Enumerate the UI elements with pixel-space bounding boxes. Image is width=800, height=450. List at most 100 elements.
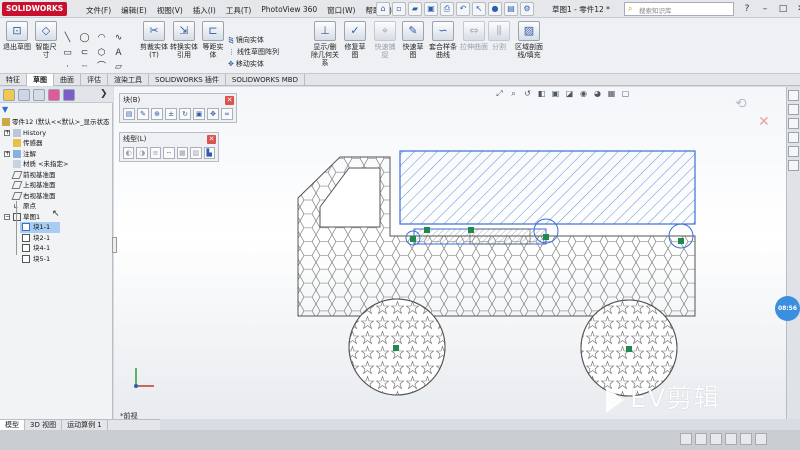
rotate-view-icon[interactable]: ⟲	[735, 96, 747, 112]
tree-item-block[interactable]: 块2-1	[20, 233, 113, 244]
menu-insert[interactable]: 插入(I)	[189, 3, 220, 18]
arc-icon[interactable]: ◠	[94, 31, 109, 45]
trim-entities-button[interactable]: ✂ 剪裁实体(T)	[140, 21, 168, 69]
fit-spline-button[interactable]: ∽ 套合样条曲线	[428, 21, 458, 69]
cargo-box-block[interactable]	[399, 150, 696, 225]
undo-icon[interactable]: ↶	[456, 2, 470, 16]
area-hatch-button[interactable]: ▨ 区域剖面线/填充	[512, 21, 546, 69]
chevron-right-icon[interactable]: ❯	[100, 89, 108, 99]
color-display-mode-icon[interactable]: ▧	[190, 147, 202, 159]
solidworks-resources-icon[interactable]	[788, 90, 799, 101]
tab-solidworks-mbd[interactable]: SOLIDWORKS MBD	[226, 74, 305, 86]
block-origin-marker[interactable]	[410, 236, 416, 242]
rebuild-block-icon[interactable]: ↻	[179, 108, 191, 120]
taskbar-app-icon[interactable]	[710, 433, 722, 445]
tree-item-block[interactable]: 块4-1	[20, 243, 113, 254]
linear-pattern-button[interactable]: ⋮ 线性草图阵列	[228, 47, 279, 57]
print-icon[interactable]: ⎙	[440, 2, 454, 16]
text-icon[interactable]: A	[111, 46, 126, 60]
tree-item-block[interactable]: 块1-1	[20, 222, 60, 233]
property-manager-tab-icon[interactable]	[18, 89, 30, 101]
rectangle-icon[interactable]: ▭	[60, 46, 75, 60]
solidworks-logo[interactable]: SOLIDWORKS	[2, 2, 68, 16]
block-origin-marker[interactable]	[626, 346, 632, 352]
split-button[interactable]: ⫼ 分割	[488, 21, 510, 69]
repair-sketch-button[interactable]: ✓ 修复草图	[342, 21, 368, 69]
tab-model[interactable]: 模型	[0, 420, 25, 430]
tab-3d-views[interactable]: 3D 视图	[25, 420, 63, 430]
line-style-icon[interactable]: ┅	[163, 147, 175, 159]
collapse-icon[interactable]: −	[4, 213, 10, 220]
hydraulic-cylinder-block[interactable]	[413, 228, 547, 245]
taskbar-app-icon[interactable]	[695, 433, 707, 445]
rebuild-icon[interactable]: ●	[488, 2, 502, 16]
tree-root[interactable]: 零件12 (默认<<默认>_显示状态	[0, 117, 113, 128]
maximize-icon[interactable]: □	[776, 2, 790, 16]
options-icon[interactable]: ⚙	[520, 2, 534, 16]
save-block-icon[interactable]: ▣	[193, 108, 205, 120]
help-icon[interactable]: ?	[740, 2, 754, 16]
expand-icon[interactable]: +	[4, 129, 10, 136]
close-icon[interactable]: ✕	[225, 96, 234, 105]
menu-window[interactable]: 窗口(W)	[323, 3, 359, 18]
menu-photoview[interactable]: PhotoView 360	[257, 3, 321, 18]
exit-sketch-corner-icon[interactable]: ✕	[758, 114, 770, 130]
tree-item-right-plane[interactable]: 右视基准面	[0, 191, 113, 202]
tree-item-sensors[interactable]: 传感器	[0, 138, 113, 149]
custom-properties-icon[interactable]	[788, 160, 799, 171]
block-origin-marker[interactable]	[678, 238, 684, 244]
select-icon[interactable]: ↖	[472, 2, 486, 16]
block-origin-marker[interactable]	[424, 227, 430, 233]
belt-chain-icon[interactable]: ∞	[221, 108, 233, 120]
home-icon[interactable]: ⌂	[376, 2, 390, 16]
plane-icon[interactable]: ▱	[111, 60, 126, 74]
line-icon[interactable]: ╲	[60, 31, 75, 45]
circle-icon[interactable]: ◯	[77, 31, 92, 45]
hide-show-edges-icon[interactable]: ▦	[176, 147, 189, 159]
panel-splitter-handle[interactable]	[112, 237, 117, 253]
file-explorer-icon[interactable]	[788, 118, 799, 129]
move-entities-button[interactable]: ✥ 移动实体	[228, 59, 264, 69]
quick-snaps-button[interactable]: ⌖ 快速捕捉	[372, 21, 398, 69]
slot-icon[interactable]: ⊂	[77, 46, 92, 60]
tab-features[interactable]: 特征	[0, 74, 27, 86]
tree-item-annotations[interactable]: + 注解	[0, 149, 113, 160]
add-remove-block-icon[interactable]: ±	[165, 108, 177, 120]
rapid-sketch-button[interactable]: ✎ 快速草图	[400, 21, 426, 69]
polygon-icon[interactable]: ⬡	[94, 46, 109, 60]
tree-item-material[interactable]: 材质 <未指定>	[0, 159, 113, 170]
taskbar-app-icon[interactable]	[725, 433, 737, 445]
search-input[interactable]: ⌕ 搜索知识库	[624, 2, 734, 16]
feature-tree-tab-icon[interactable]	[3, 89, 15, 101]
tab-evaluate[interactable]: 评估	[81, 74, 108, 86]
menu-edit[interactable]: 编辑(E)	[117, 3, 151, 18]
offset-entities-button[interactable]: ⊏ 等距实体	[200, 21, 226, 69]
design-library-icon[interactable]	[788, 104, 799, 115]
centerline-icon[interactable]: ┈	[77, 60, 92, 74]
tree-item-front-plane[interactable]: 前视基准面	[0, 170, 113, 181]
tab-sketch[interactable]: 草图	[27, 74, 54, 86]
line-thickness-icon[interactable]: ≡	[149, 147, 162, 159]
mirror-entities-button[interactable]: ⧎ 镜向实体	[228, 35, 264, 45]
dimxpert-tab-icon[interactable]	[48, 89, 60, 101]
point-icon[interactable]: ·	[60, 60, 75, 74]
exit-sketch-button[interactable]: ⊡ 退出草图	[3, 21, 31, 69]
view-palette-icon[interactable]	[788, 132, 799, 143]
recording-timer-badge[interactable]: 08:56	[775, 296, 800, 321]
tab-render-tools[interactable]: 渲染工具	[108, 74, 149, 86]
save-icon[interactable]: ▣	[424, 2, 438, 16]
appearances-icon[interactable]	[788, 146, 799, 157]
layer-properties-icon[interactable]: ◐	[123, 147, 135, 159]
insert-block-icon[interactable]: ⊕	[151, 108, 163, 120]
edit-block-icon[interactable]: ✎	[137, 108, 149, 120]
tree-item-top-plane[interactable]: 上视基准面	[0, 180, 113, 191]
convert-entities-button[interactable]: ⇲ 转换实体引用	[170, 21, 198, 69]
close-icon[interactable]: ✕	[207, 135, 216, 144]
close-icon[interactable]: ✕	[794, 2, 800, 16]
display-delete-relations-button[interactable]: ⊥ 显示/删除几何关系	[310, 21, 340, 69]
tree-item-history[interactable]: + History	[0, 128, 113, 139]
line-color-icon[interactable]: ◑	[136, 147, 148, 159]
chart-icon[interactable]: ▙	[203, 147, 215, 159]
stretch-button[interactable]: ⇔ 拉伸曲面	[460, 21, 488, 69]
tab-motion-study[interactable]: 运动算例 1	[62, 420, 108, 430]
